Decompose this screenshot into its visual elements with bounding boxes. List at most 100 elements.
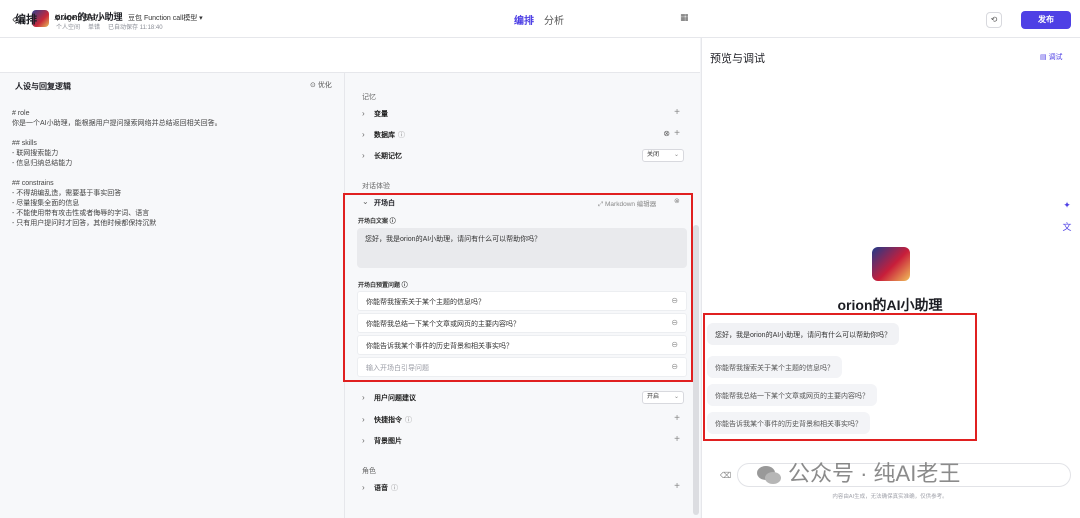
shortcut-label: 快捷指令 ⓘ [374,415,412,425]
persona-prompt-editor[interactable]: # role 你是一个AI小助理，能根据用户提问搜索网络并总结返回相关回答。 #… [12,109,332,229]
settings-icon[interactable]: ⊗ [663,129,670,138]
variables-label: 变量 [374,111,388,118]
top-tabs: 编排 分析 [514,12,564,27]
dialog-section-label: 对话体验 [362,183,390,190]
add-icon[interactable]: + [674,107,680,118]
chevron-right-icon: › [362,151,365,160]
new-question-input[interactable]: 输入开场白引导问题 ⊖ [357,357,687,377]
add-icon[interactable]: + [674,128,680,139]
translate-icon[interactable]: 文 [1060,220,1074,234]
editor-header [0,38,700,73]
preview-title: 预览与调试 [710,53,765,65]
suggest-row[interactable]: › 用户问题建议 开启 ⌄ [358,390,688,408]
history-icon[interactable]: ⟲ [986,12,1002,28]
opening-text-field[interactable]: 您好，我是orion的AI小助理，请问有什么可以帮助你吗？ [357,228,687,268]
bot-name: orion的AI小助理 [837,297,943,313]
app-meta: 个人空间 单错 已自动保存 11:18:40 [56,22,163,31]
autosave-label: 已自动保存 11:18:40 [108,25,163,31]
model-select[interactable]: 豆包 Function call模型 ▾ [128,13,203,23]
disclaimer: 内容由AI生成，无法确保真实准确，仅供参考。 [832,494,948,500]
sparkle-icon[interactable]: ✦ [1060,200,1074,214]
suggestion-chip[interactable]: 你能告诉我某个事件的历史背景和相关事实吗？ [707,412,870,434]
preset-question-text: 你能帮我搜索关于某个主题的信息吗？ [366,299,485,306]
preset-questions-label-text: 开场白预置问题 [358,283,401,289]
optimize-button[interactable]: ⊙ 优化 [310,80,332,90]
info-icon: ⓘ [405,417,412,424]
background-label: 背景图片 [374,438,402,445]
suggest-select[interactable]: 开启 ⌄ [642,391,684,404]
chevron-down-icon: ⌄ [673,152,679,158]
database-text: 数据库 [374,132,395,139]
debug-label: 调试 [1048,54,1063,61]
watermark: 公众号 · 纯AI老王 [756,456,960,488]
close-icon[interactable]: ⊗ [674,197,680,205]
debug-button[interactable]: ▤ 调试 [1040,52,1063,62]
remove-icon[interactable]: ⊖ [671,340,678,349]
chevron-right-icon: › [362,393,365,402]
greeting-bubble: 您好，我是orion的AI小助理，请问有什么可以帮助你吗？ [707,323,900,345]
preset-question-text: 你能告诉我某个事件的历史背景和相关事实吗？ [366,343,513,350]
space-label: 个人空间 [56,25,81,31]
mode-label: 单错 [88,25,101,31]
persona-panel: 人设与回复逻辑 ⊙ 优化 # role 你是一个AI小助理，能根据用户提问搜索网… [0,73,345,518]
info-icon: ⓘ [391,485,398,492]
edit-icon[interactable]: ✎ [113,10,120,19]
preset-question-text: 你能帮我总结一下某个文章或网页的主要内容吗？ [366,321,520,328]
memory-section-label: 记忆 [362,94,376,101]
chevron-down-icon: ⌄ [673,394,679,400]
long-memory-row[interactable]: › 长期记忆 关闭 ⌄ [358,148,688,166]
new-question-placeholder: 输入开场白引导问题 [366,365,429,372]
scrollbar[interactable] [693,225,699,515]
long-memory-label: 长期记忆 [374,153,402,160]
variables-row[interactable]: › 变量 + [358,106,688,124]
add-icon[interactable]: + [674,434,680,445]
chevron-right-icon: › [362,436,365,445]
preset-question-field[interactable]: 你能告诉我某个事件的历史背景和相关事实吗？ ⊖ [357,335,687,355]
preset-question-field[interactable]: 你能帮我搜索关于某个主题的信息吗？ ⊖ [357,291,687,311]
markdown-editor-label: Markdown 编辑器 [605,201,657,208]
database-label: 数据库 ⓘ [374,130,405,140]
persona-title: 人设与回复逻辑 [15,82,71,91]
publish-button[interactable]: 发布 [1021,11,1071,29]
preset-questions-label: 开场白预置问题 ⓘ [358,283,408,289]
chevron-right-icon: › [362,130,365,139]
tab-arrange[interactable]: 编排 [514,12,534,27]
markdown-editor-button[interactable]: ⤢ Markdown 编辑器 [598,198,656,209]
wechat-icon [757,466,781,485]
remove-icon[interactable]: ⊖ [671,362,678,371]
optimize-label: 优化 [317,82,332,89]
chevron-right-icon: › [362,483,365,492]
shortcut-text: 快捷指令 [374,417,402,424]
add-icon[interactable]: + [674,481,680,492]
bot-avatar [872,247,910,281]
clear-icon[interactable]: ⌫ [720,471,731,480]
chevron-down-icon: ⌄ [362,197,369,206]
opening-label: 开场白 [374,200,395,207]
suggestion-chip[interactable]: 你能帮我总结一下某个文章或网页的主要内容吗？ [707,384,877,406]
info-icon: ⓘ [398,132,405,139]
database-row[interactable]: › 数据库 ⓘ ⊗ + [358,127,688,145]
agent-mode-select[interactable]: 单 Agent 模式 ▾ [54,13,103,23]
layout-grid-icon[interactable]: ▦ [680,12,689,23]
remove-icon[interactable]: ⊖ [671,318,678,327]
editor-title: 编排 [15,14,37,26]
voice-row[interactable]: › 语音 ⓘ + [358,480,688,498]
shortcut-row[interactable]: › 快捷指令 ⓘ + [358,412,688,430]
opening-text-label-text: 开场白文案 [358,219,389,225]
chevron-right-icon: › [362,109,365,118]
remove-icon[interactable]: ⊖ [671,296,678,305]
chevron-right-icon: › [362,415,365,424]
suggest-label: 用户问题建议 [374,395,416,402]
voice-text: 语音 [374,485,388,492]
long-memory-select[interactable]: 关闭 ⌄ [642,149,684,162]
suggestion-chip[interactable]: 你能帮我搜索关于某个主题的信息吗？ [707,356,842,378]
watermark-text: 公众号 · 纯AI老王 [788,461,961,486]
background-row[interactable]: › 背景图片 + [358,433,688,451]
preset-question-field[interactable]: 你能帮我总结一下某个文章或网页的主要内容吗？ ⊖ [357,313,687,333]
tab-analysis[interactable]: 分析 [544,12,564,27]
add-icon[interactable]: + [674,413,680,424]
opening-text-label: 开场白文案 ⓘ [358,219,396,225]
voice-label: 语音 ⓘ [374,483,398,493]
suggest-value: 开启 [647,394,660,400]
long-memory-value: 关闭 [647,152,660,158]
